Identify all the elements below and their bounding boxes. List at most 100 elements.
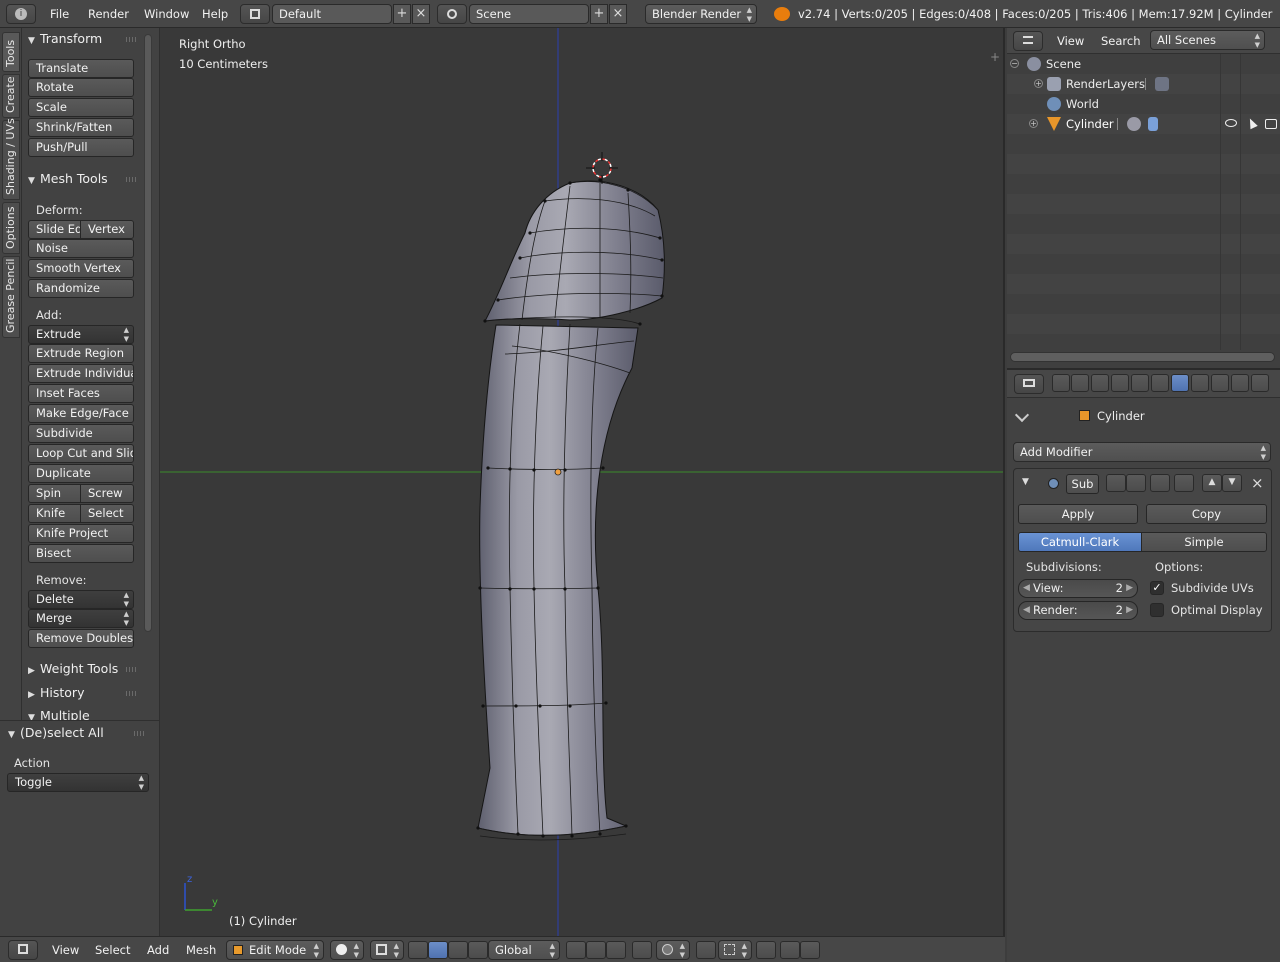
object-context-icon[interactable] — [1131, 374, 1149, 392]
translate-button[interactable]: Translate — [28, 59, 134, 78]
multiple-objects-panel-header[interactable]: ▼Multiple Objects — [28, 706, 140, 720]
render-subdivisions-field[interactable]: ◀ Render: 2 ▶ — [1018, 601, 1138, 620]
tab-grease-pencil[interactable]: Grease Pencil — [2, 256, 20, 338]
constraints-context-icon[interactable] — [1151, 374, 1169, 392]
material-context-icon[interactable] — [1211, 374, 1229, 392]
tab-options[interactable]: Options — [2, 202, 20, 254]
screw-button[interactable]: Screw — [80, 484, 134, 503]
outliner-filter-dropdown[interactable]: All Scenes ▲ ▼ — [1150, 30, 1265, 50]
edge-select-icon[interactable] — [586, 941, 606, 959]
increment-icon[interactable]: ▶ — [1126, 580, 1133, 597]
transform-panel-header[interactable]: ▼ Transform — [28, 29, 140, 49]
menu-file[interactable]: File — [50, 0, 69, 28]
menu-add[interactable]: Add — [147, 937, 169, 962]
face-select-icon[interactable] — [606, 941, 626, 959]
tab-create[interactable]: Create — [2, 74, 20, 118]
screen-layout-icon[interactable] — [240, 4, 270, 24]
copy-button[interactable]: Copy — [1146, 504, 1267, 524]
editor-type-button[interactable] — [8, 940, 38, 960]
translate-manipulator-icon[interactable] — [428, 941, 448, 959]
physics-context-icon[interactable] — [1251, 374, 1269, 392]
bisect-button[interactable]: Bisect — [28, 544, 134, 563]
pivot-dropdown[interactable]: ▲ ▼ — [370, 940, 404, 960]
modifier-name-field[interactable]: Sub — [1066, 474, 1099, 494]
increment-icon[interactable]: ▶ — [1126, 602, 1133, 619]
drag-grip-icon[interactable] — [134, 731, 146, 736]
tab-tools[interactable]: Tools — [2, 32, 20, 72]
scene-context-icon[interactable] — [1091, 374, 1109, 392]
tab-shading-uvs[interactable]: Shading / UVs — [2, 118, 20, 200]
extrude-individual-button[interactable]: Extrude Individual — [28, 364, 134, 383]
opengl-render-icon[interactable] — [756, 941, 776, 959]
weight-tools-panel-header[interactable]: ▶ Weight Tools — [28, 659, 140, 679]
texture-context-icon[interactable] — [1231, 374, 1249, 392]
catmull-clark-option[interactable]: Catmull-Clark — [1018, 532, 1142, 552]
modifier-cage-toggle-icon[interactable] — [1174, 474, 1194, 492]
expand-icon[interactable]: + — [1029, 119, 1038, 128]
modifier-editmode-toggle-icon[interactable] — [1150, 474, 1170, 492]
expand-icon[interactable]: + — [1034, 79, 1043, 88]
add-region-icon[interactable]: + — [990, 50, 1000, 64]
add-modifier-dropdown[interactable]: Add Modifier ▲ ▼ — [1013, 442, 1271, 462]
drag-grip-icon[interactable] — [126, 177, 138, 182]
decrement-icon[interactable]: ◀ — [1023, 580, 1030, 597]
render-image-icon[interactable] — [800, 941, 820, 959]
editor-type-button[interactable]: i — [6, 4, 36, 24]
subdivide-uvs-checkbox[interactable]: ✓ — [1150, 581, 1164, 595]
add-screen-button[interactable]: + — [393, 4, 411, 24]
decrement-icon[interactable]: ◀ — [1023, 602, 1030, 619]
outliner-menu-search[interactable]: Search — [1101, 28, 1141, 54]
duplicate-button[interactable]: Duplicate — [28, 464, 134, 483]
push-pull-button[interactable]: Push/Pull — [28, 138, 134, 157]
outliner-editor-type-button[interactable] — [1013, 31, 1043, 51]
menu-render[interactable]: Render — [88, 0, 129, 28]
optimal-display-checkbox[interactable] — [1150, 603, 1164, 617]
smooth-vertex-button[interactable]: Smooth Vertex — [28, 259, 134, 278]
tool-shelf-scrollbar[interactable] — [144, 34, 152, 632]
apply-button[interactable]: Apply — [1018, 504, 1138, 524]
merge-menu-button[interactable]: Merge ▲ ▼ — [28, 609, 134, 628]
mesh-tools-panel-header[interactable]: ▼ Mesh Tools — [28, 169, 140, 189]
slide-edge-button[interactable]: Slide Ed — [28, 220, 81, 239]
rotate-button[interactable]: Rotate — [28, 78, 134, 97]
remove-scene-button[interactable]: × — [609, 4, 627, 24]
move-down-icon[interactable]: ▼ — [1222, 474, 1242, 492]
vertex-select-icon[interactable] — [566, 941, 586, 959]
drag-grip-icon[interactable] — [126, 37, 138, 42]
drag-grip-icon[interactable] — [126, 667, 138, 672]
modifier-viewport-toggle-icon[interactable] — [1126, 474, 1146, 492]
menu-view[interactable]: View — [52, 937, 79, 962]
outliner-horizontal-scrollbar[interactable] — [1010, 352, 1275, 362]
outliner-menu-view[interactable]: View — [1057, 28, 1084, 54]
modifiers-context-icon[interactable] — [1171, 374, 1189, 392]
scale-manipulator-icon[interactable] — [468, 941, 488, 959]
limit-selection-icon[interactable] — [632, 941, 652, 959]
scene-field[interactable]: Scene — [469, 4, 589, 24]
knife-select-button[interactable]: Select — [80, 504, 134, 523]
modifier-render-toggle-icon[interactable] — [1106, 474, 1126, 492]
loop-cut-button[interactable]: Loop Cut and Slide — [28, 444, 134, 463]
3d-cursor-icon[interactable] — [586, 152, 618, 184]
object-origin-point[interactable] — [554, 468, 562, 476]
shrink-fatten-button[interactable]: Shrink/Fatten — [28, 118, 134, 137]
inset-faces-button[interactable]: Inset Faces — [28, 384, 134, 403]
delete-menu-button[interactable]: Delete ▲ ▼ — [28, 590, 134, 609]
menu-mesh[interactable]: Mesh — [186, 937, 216, 962]
screen-layout-field[interactable]: Default — [272, 4, 392, 24]
operator-panel-header[interactable]: ▼ (De)select All — [8, 723, 148, 743]
knife-project-button[interactable]: Knife Project — [28, 524, 134, 543]
visibility-eye-icon[interactable] — [1225, 119, 1237, 127]
noise-button[interactable]: Noise — [28, 239, 134, 258]
subdivide-button[interactable]: Subdivide — [28, 424, 134, 443]
knife-button[interactable]: Knife — [28, 504, 81, 523]
collapse-triangle-icon[interactable]: ▼ — [1022, 477, 1029, 487]
cylinder-mesh[interactable] — [476, 178, 665, 841]
extrude-menu-button[interactable]: Extrude ▲ ▼ — [28, 325, 134, 344]
extrude-region-button[interactable]: Extrude Region — [28, 344, 134, 363]
shading-dropdown[interactable]: ▲ ▼ — [330, 940, 364, 960]
remove-screen-button[interactable]: × — [412, 4, 430, 24]
proportional-edit-dropdown[interactable]: ▲ ▼ — [656, 940, 690, 960]
remove-modifier-icon[interactable]: × — [1251, 474, 1264, 492]
scene-icon[interactable] — [437, 4, 467, 24]
snap-element-dropdown[interactable]: ▲ ▼ — [718, 940, 752, 960]
